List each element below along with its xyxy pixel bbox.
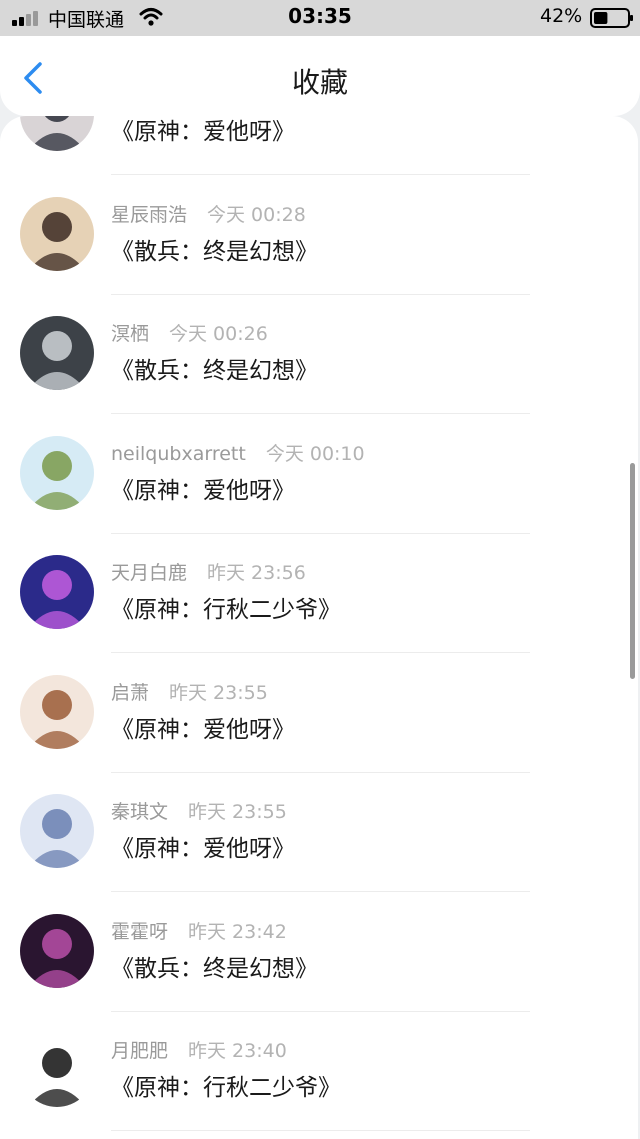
timestamp: 今天 00:28 — [207, 203, 306, 226]
battery-icon — [590, 8, 633, 28]
work-title[interactable]: 《原神：爱他呀》 — [111, 471, 295, 505]
avatar[interactable] — [20, 196, 94, 271]
item-meta: neilqubxarrett 今天 00:10 — [111, 439, 365, 466]
work-title[interactable]: 《原神：爱他呀》 — [111, 710, 295, 744]
work-title[interactable]: 《原神：爱他呀》 — [111, 829, 295, 863]
work-title[interactable]: 《原神：行秋二少爷》 — [111, 1068, 341, 1102]
username[interactable]: 霍霍呀 — [111, 921, 168, 943]
item-meta: 月肥肥 昨天 23:40 — [111, 1036, 287, 1063]
list-item[interactable]: 月肥肥 昨天 23:40 《原神：行秋二少爷》 — [0, 1012, 638, 1131]
username[interactable]: 星辰雨浩 — [111, 204, 187, 226]
avatar[interactable] — [20, 435, 94, 510]
list-item[interactable]: 霍霍呀 昨天 23:42 《散兵：终是幻想》 — [0, 893, 638, 1012]
timestamp: 今天 00:10 — [265, 442, 365, 465]
username[interactable]: 秦琪文 — [111, 801, 168, 823]
item-meta: 星辰雨浩 今天 00:28 — [111, 200, 306, 227]
list-item[interactable]: 天月白鹿 昨天 23:56 《原神：行秋二少爷》 — [0, 534, 638, 653]
timestamp: 昨天 23:55 — [169, 681, 268, 704]
avatar[interactable] — [20, 913, 94, 988]
status-bar: 中国联通 03:35 42% — [0, 0, 640, 36]
avatar[interactable] — [20, 794, 94, 868]
nav-bar: 收藏 — [0, 36, 640, 116]
avatar[interactable] — [20, 316, 94, 390]
timestamp: 昨天 23:42 — [188, 920, 287, 943]
avatar[interactable] — [20, 555, 94, 629]
username[interactable]: 启萧 — [111, 682, 149, 704]
list-item[interactable]: 秦琪文 昨天 23:55 《原神：爱他呀》 — [0, 773, 638, 892]
item-meta: 天月白鹿 昨天 23:56 — [111, 558, 306, 585]
username[interactable]: 溟栖 — [111, 323, 149, 345]
timestamp: 昨天 23:56 — [207, 562, 306, 584]
avatar[interactable] — [20, 674, 94, 749]
work-title[interactable]: 《原神：行秋二少爷》 — [111, 590, 341, 624]
list-item[interactable]: 溟栖 今天 00:26 《散兵：终是幻想》 — [0, 295, 638, 414]
work-title[interactable]: 《散兵：终是幻想》 — [111, 949, 318, 983]
timestamp: 昨天 23:40 — [188, 1040, 287, 1062]
username[interactable]: 天月白鹿 — [111, 562, 187, 584]
favorites-list: 《原神：爱他呀》 星辰雨浩 今天 00:28 《散兵：终是幻想》 溟栖 今天 00:26 《… — [0, 116, 638, 1139]
item-meta: 霍霍呀 昨天 23:42 — [111, 917, 287, 944]
page-title: 收藏 — [291, 66, 348, 99]
list-item[interactable]: 星辰雨浩 今天 00:28 《散兵：终是幻想》 — [0, 176, 638, 295]
divider — [111, 1130, 530, 1131]
work-title[interactable]: 《原神：爱他呀》 — [111, 116, 295, 146]
scrollbar[interactable] — [630, 463, 635, 679]
list-item[interactable]: 启萧 昨天 23:55 《原神：爱他呀》 — [0, 654, 638, 773]
list-item[interactable]: neilqubxarrett 今天 00:10 《原神：爱他呀》 — [0, 415, 638, 534]
avatar[interactable] — [20, 1033, 94, 1107]
item-meta: 溟栖 今天 00:26 — [111, 319, 268, 346]
work-title[interactable]: 《散兵：终是幻想》 — [111, 351, 318, 385]
item-meta: 启萧 昨天 23:55 — [111, 678, 268, 705]
timestamp: 今天 00:26 — [169, 323, 268, 345]
timestamp: 昨天 23:55 — [188, 801, 287, 823]
username[interactable]: neilqubxarrett — [111, 443, 246, 465]
item-meta: 秦琪文 昨天 23:55 — [111, 797, 287, 824]
battery-percent: 42% — [540, 5, 583, 27]
work-title[interactable]: 《散兵：终是幻想》 — [111, 232, 318, 266]
avatar[interactable] — [20, 116, 94, 151]
username[interactable]: 月肥肥 — [111, 1040, 168, 1062]
list-item[interactable]: 《原神：爱他呀》 — [0, 116, 638, 175]
